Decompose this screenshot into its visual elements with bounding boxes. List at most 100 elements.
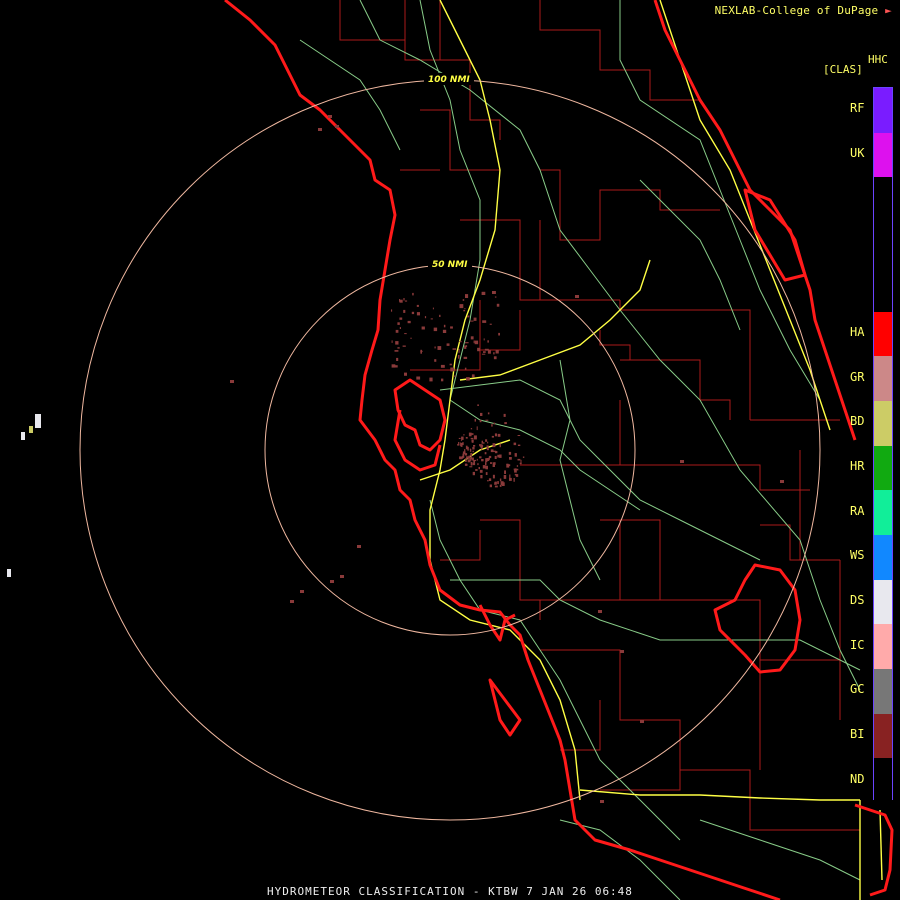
echo-pixel [493,356,497,360]
legend-label-hr: HR [850,458,865,473]
product-code: HHC [868,53,888,66]
legend-label-gr: GR [850,369,865,384]
echo-pixel [411,311,415,315]
echo-pixel [493,450,497,452]
echo-pixel [497,481,499,485]
echo-pixel [487,480,489,482]
echo-pixel [680,460,684,463]
echo-pixel [494,462,496,465]
echo-pixel [449,363,452,366]
echo-pixel [470,428,473,430]
echo-pixel [490,462,493,464]
legend-label-uk: UK [850,146,865,161]
echo-pixel [463,356,468,359]
echo-pixel [489,455,492,459]
echo-pixel [469,320,474,322]
echo-pixel [494,481,497,485]
echo-pixel [459,341,462,343]
echo-pixel [476,458,478,461]
legend-swatch-bi [874,713,892,759]
echo-pixel [515,468,519,471]
radar-echoes [230,115,784,803]
echo-pixel [464,345,467,349]
echo-pixel [479,444,481,447]
echo-pixel [404,333,407,335]
echo-pixel [475,469,478,471]
echo-pixel [404,300,408,302]
echo-pixel [479,456,482,459]
echo-pixel [491,435,494,438]
legend-label-rf: RF [850,101,865,116]
echo-pixel [494,433,497,437]
echo-pixel [492,291,496,294]
echo-pixel [396,357,399,361]
echo-pixel [470,452,473,456]
echo-pixel [479,419,482,423]
echo-pixel [407,320,411,324]
echo-pixel [466,377,470,381]
highways [419,0,883,900]
echo-pixel [499,478,502,482]
echo-pixel [340,575,344,578]
echo-pixel [479,469,483,473]
echo-pixel [481,291,486,295]
echo-pixel [399,299,401,302]
echo-pixel [399,327,401,329]
legend-swatch-gr [874,356,892,401]
echo-pixel [474,418,476,422]
legend-swatch-ds [874,579,892,625]
echo-pixel [486,445,489,449]
echo-pixel [469,466,473,468]
echo-pixel [509,477,512,481]
echo-pixel [472,446,475,450]
echo-pixel [403,298,405,301]
credit-text: NEXLAB-College of DuPage ► [714,4,892,17]
echo-pixel [496,303,500,307]
echo-pixel [471,374,475,378]
echo-pixel [439,314,441,317]
echo-pixel [290,600,294,603]
echo-pixel [517,435,521,436]
echo-pixel [391,340,393,343]
echo-pixel [473,435,477,440]
ring-label-50: 50 NMI [432,260,468,270]
legend-swatch-gc [874,669,892,714]
echo-pixel [489,484,492,488]
echo-pixel [230,380,234,383]
radar-map[interactable]: 100 NMI 50 NMI [0,0,900,900]
echo-pixel [473,445,476,447]
echo-pixel [395,329,399,333]
echo-pixel [485,472,488,475]
echo-pixel [483,351,486,353]
echo-pixel [473,340,475,344]
echo-pixel [486,448,489,451]
echo-pixel [500,481,504,486]
echo-pixel [410,337,412,339]
echo-pixel [469,448,471,450]
echo-pixel [472,462,476,466]
echo-pixel [620,650,624,653]
echo-pixel [482,320,487,323]
echo-pixel [458,349,460,353]
echo-pixel [504,422,507,425]
echo-pixel [477,463,479,466]
echo-pixel [478,467,480,470]
legend-swatch-hr [874,445,892,491]
legend-swatch-uk [874,132,892,178]
legend-swatch-ha [874,311,892,357]
legend-label-ds: DS [850,593,865,608]
echo-pixel [357,545,361,548]
echo-pixel [481,459,484,462]
echo-pixel [517,458,521,461]
echo-pixel [491,424,493,427]
echo-pixel [416,312,420,316]
echo-pixel [481,443,483,445]
echo-pixel [485,458,488,463]
legend-swatch-ic [874,624,892,670]
echo-pixel [482,465,486,469]
echo-pixel [483,338,485,341]
legend-swatch-ws [874,535,892,580]
echo-pixel [464,367,467,370]
echo-pixel [480,412,483,416]
echo-pixel [420,349,422,354]
